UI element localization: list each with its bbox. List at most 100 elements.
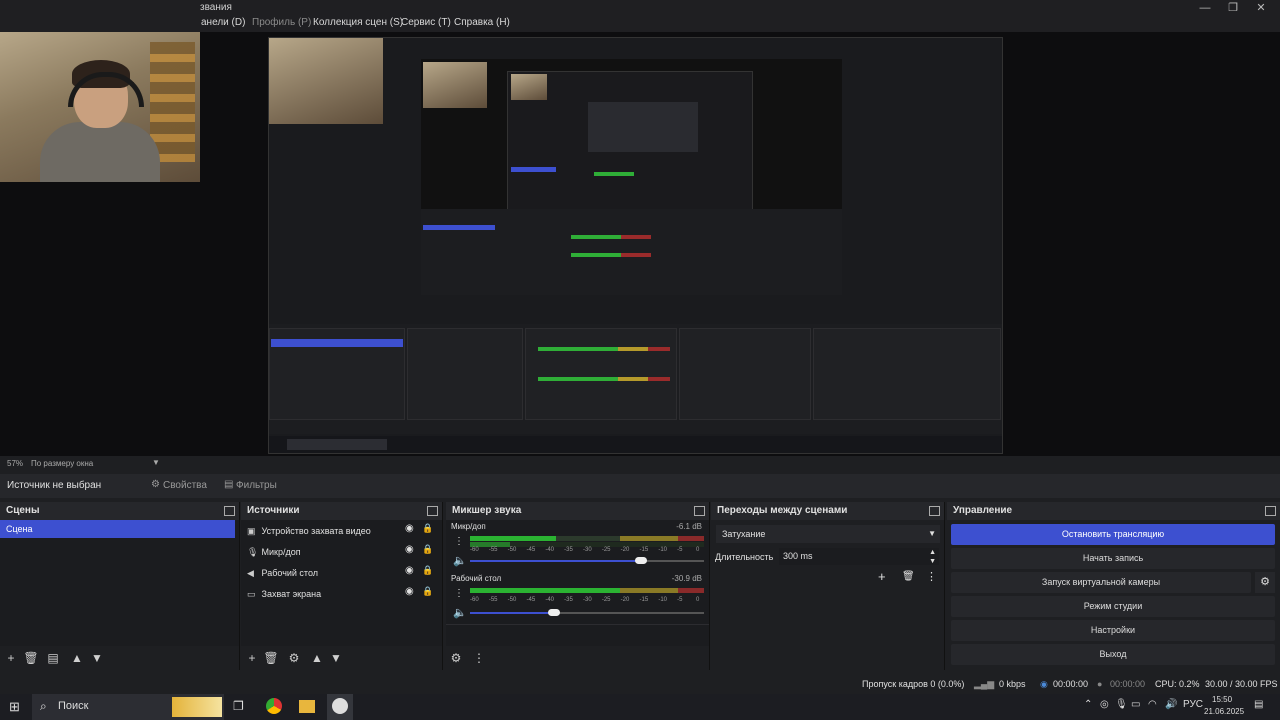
studio-mode-button[interactable]: Режим студии: [951, 596, 1275, 617]
filter-icon[interactable]: ▤: [45, 650, 61, 666]
volume-knob[interactable]: [634, 557, 647, 564]
settings-button[interactable]: Настройки: [951, 620, 1275, 641]
down-icon[interactable]: ▼: [328, 650, 344, 666]
scale-tick: -60: [470, 547, 479, 553]
trash-icon[interactable]: 🗑: [263, 650, 279, 666]
start-recording-button[interactable]: Начать запись: [951, 548, 1275, 569]
gear-icon[interactable]: ⚙: [286, 650, 302, 666]
webcam-overlay: [0, 32, 200, 182]
up-icon[interactable]: ▲: [309, 650, 325, 666]
volume-knob[interactable]: [548, 609, 561, 616]
scale-tick: -45: [526, 547, 536, 553]
scale-tick: -50: [507, 597, 517, 603]
undock-icon[interactable]: [224, 506, 235, 516]
chevron-up-icon[interactable]: ⌃: [1084, 699, 1092, 710]
tray-app-icon[interactable]: ◎: [1100, 699, 1109, 710]
transition-select[interactable]: Затухание ▼: [716, 525, 940, 543]
kebab-menu-icon[interactable]: ⋮: [926, 570, 937, 583]
chevron-down-icon[interactable]: ▼: [152, 458, 160, 467]
properties-button[interactable]: Свойства: [163, 480, 207, 491]
undock-icon[interactable]: [694, 506, 705, 516]
kebab-menu-icon[interactable]: ⋮: [471, 650, 487, 666]
file-explorer-icon[interactable]: [299, 700, 315, 713]
speaker-icon[interactable]: 🔈: [453, 554, 467, 567]
taskbar: ⊞ ⌕ Поиск ❐ ⌃ ◎ 🎙 ▭ ◠ 🔊 РУС 15:50 21.06.…: [0, 694, 1280, 720]
spin-down-icon[interactable]: ▼: [929, 553, 936, 570]
chrome-icon[interactable]: [266, 698, 282, 714]
nested-meter-a-red: [621, 235, 651, 239]
microphone-icon: 🎙: [247, 547, 259, 557]
undock-icon[interactable]: [929, 506, 940, 516]
add-icon[interactable]: +: [3, 650, 19, 666]
source-item[interactable]: ▭ Захват экрана: [247, 585, 431, 603]
trash-icon[interactable]: 🗑: [23, 650, 39, 666]
transitions-title: Переходы между сценами: [717, 505, 848, 516]
display-icon[interactable]: ▭: [1131, 699, 1140, 710]
lock-icon[interactable]: 🔒: [422, 586, 433, 597]
search-icon: ⌕: [40, 699, 47, 713]
nested-dock-row: [269, 324, 1002, 434]
lock-icon[interactable]: 🔒: [422, 544, 433, 555]
taskbar-search[interactable]: ⌕ Поиск: [32, 694, 224, 720]
lock-icon[interactable]: 🔒: [422, 565, 433, 576]
nested-preview: [421, 59, 842, 295]
start-virtual-camera-button[interactable]: Запуск виртуальной камеры: [951, 572, 1251, 593]
menu-tools[interactable]: Сервис (T): [401, 17, 451, 28]
close-button[interactable]: ✕: [1246, 0, 1276, 16]
language-indicator[interactable]: РУС: [1183, 699, 1203, 710]
nested-meter: [594, 172, 634, 176]
volume-icon[interactable]: 🔊: [1165, 699, 1177, 710]
record-icon: ●: [1097, 679, 1103, 689]
sources-dock: Источники ▣ Устройство захвата видео 🎙 М…: [241, 502, 443, 670]
clock-date[interactable]: 21.06.2025: [1204, 707, 1244, 716]
task-view-icon[interactable]: ❐: [233, 699, 244, 713]
add-icon[interactable]: +: [244, 650, 260, 666]
gear-icon: ⚙: [151, 479, 160, 490]
stop-streaming-button[interactable]: Остановить трансляцию: [951, 524, 1275, 545]
up-icon[interactable]: ▲: [69, 650, 85, 666]
kebab-menu-icon[interactable]: ⋮: [454, 536, 464, 547]
trash-icon[interactable]: 🗑: [902, 571, 915, 582]
stream-time: 00:00:00: [1053, 679, 1089, 689]
wifi-icon[interactable]: ◠: [1148, 699, 1157, 710]
source-item[interactable]: 🎙 Микр/доп: [247, 543, 431, 561]
menu-docks[interactable]: анели (D): [201, 17, 245, 28]
undock-icon[interactable]: [427, 506, 438, 516]
kebab-menu-icon[interactable]: ⋮: [454, 588, 464, 599]
eye-icon[interactable]: ◉: [405, 523, 414, 534]
gear-icon[interactable]: ⚙: [1255, 572, 1275, 593]
menu-help[interactable]: Справка (H): [454, 17, 510, 28]
minimize-button[interactable]: —: [1190, 0, 1220, 16]
gear-icon[interactable]: ⚙: [448, 650, 464, 666]
preview-canvas[interactable]: [0, 32, 1280, 456]
menu-scene-collection[interactable]: Коллекция сцен (S): [313, 17, 403, 28]
context-bar: Источник не выбран ⚙ Свойства ▤ Фильтры: [0, 474, 1280, 498]
source-item[interactable]: ◀ Рабочий стол: [247, 564, 431, 582]
transitions-header: Переходы между сценами: [711, 502, 944, 520]
nested-mix-yellow-1: [618, 347, 648, 351]
eye-icon[interactable]: ◉: [405, 544, 414, 555]
add-icon[interactable]: +: [878, 569, 886, 584]
obs-icon[interactable]: [332, 698, 348, 714]
maximize-button[interactable]: ❐: [1218, 0, 1248, 16]
scale-mode-select[interactable]: По размеру окна: [31, 459, 93, 468]
scale-tick: -35: [564, 597, 573, 603]
source-item[interactable]: ▣ Устройство захвата видео: [247, 522, 431, 540]
menu-profile[interactable]: Профиль (P): [252, 17, 311, 28]
exit-button[interactable]: Выход: [951, 644, 1275, 665]
monitor-icon: ▭: [247, 589, 256, 599]
clock-time[interactable]: 15:50: [1212, 695, 1232, 704]
scene-item[interactable]: Сцена: [0, 520, 235, 538]
nested-search: [287, 439, 387, 450]
undock-icon[interactable]: [1265, 506, 1276, 516]
speaker-icon[interactable]: 🔈: [453, 606, 467, 619]
windows-start-icon[interactable]: ⊞: [9, 699, 20, 715]
eye-icon[interactable]: ◉: [405, 586, 414, 597]
eye-icon[interactable]: ◉: [405, 565, 414, 576]
notifications-icon[interactable]: ▤: [1254, 699, 1263, 710]
filters-button[interactable]: Фильтры: [236, 480, 277, 491]
lock-icon[interactable]: 🔒: [422, 523, 433, 534]
microphone-icon[interactable]: 🎙: [1115, 699, 1128, 710]
down-icon[interactable]: ▼: [89, 650, 105, 666]
duration-input[interactable]: 300 ms ▲ ▼: [779, 548, 939, 565]
